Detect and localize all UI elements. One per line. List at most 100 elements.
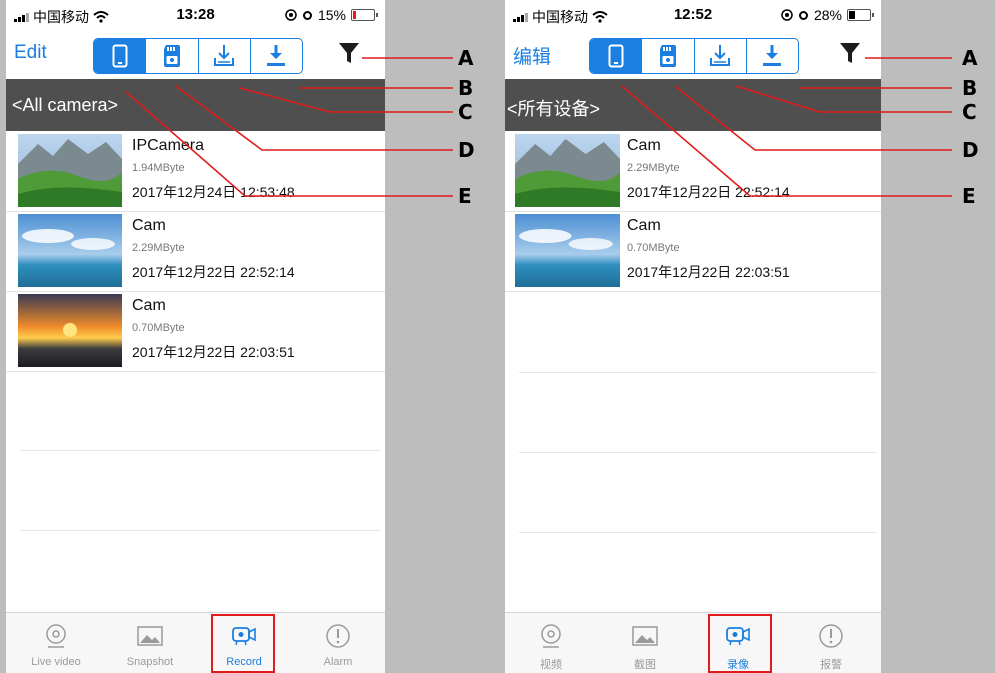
list-item[interactable]: Cam 0.70MByte 2017年12月22日 22:03:51 — [505, 211, 881, 292]
record-tab-highlight — [211, 614, 275, 673]
callout-label: E — [458, 184, 472, 208]
segment-download[interactable] — [251, 39, 302, 73]
tab-label: Alarm — [323, 656, 353, 668]
empty-row-divider — [20, 450, 381, 451]
thumbnail-mountain-meadow — [515, 134, 620, 207]
callout-label: D — [458, 138, 475, 162]
right-phone-screen: 中国移动 12:52 28% 编辑 <所有设备> Cam 2.29MByte 2… — [505, 0, 881, 673]
segment-phone[interactable] — [590, 39, 643, 73]
tab-snapshot[interactable]: 截图 — [605, 613, 685, 673]
record-date: 2017年12月22日 22:52:14 — [627, 184, 790, 200]
lock-rotation-icon — [285, 9, 297, 21]
camera-filter-label: <All camera> — [12, 95, 119, 115]
segment-sd-card[interactable] — [146, 39, 199, 73]
tab-label: Snapshot — [126, 656, 174, 668]
snapshot-icon — [632, 626, 658, 646]
status-bar: 中国移动 13:28 15% — [6, 0, 385, 28]
funnel-icon[interactable] — [838, 41, 862, 65]
callout-label: C — [458, 100, 473, 124]
phone-icon — [608, 44, 624, 68]
download-to-device-icon — [214, 45, 235, 66]
callout-label: A — [962, 46, 978, 70]
segment-phone[interactable] — [94, 39, 147, 73]
tab-alarm[interactable]: 报警 — [791, 613, 871, 673]
tab-label: 截图 — [634, 659, 656, 671]
record-tab-highlight — [708, 614, 772, 673]
record-name: IPCamera — [132, 137, 205, 154]
source-segmented-control — [93, 38, 303, 74]
battery-percent: 15% — [317, 7, 346, 23]
live-video-icon — [541, 624, 561, 648]
record-name: Cam — [627, 217, 661, 234]
status-bar: 中国移动 12:52 28% — [505, 0, 881, 28]
empty-row-divider — [519, 372, 877, 373]
record-date: 2017年12月22日 22:03:51 — [132, 344, 295, 360]
tab-live-video[interactable]: Live video — [16, 613, 96, 673]
alarm-clock-icon — [798, 11, 808, 20]
record-name: Cam — [132, 297, 166, 314]
segment-download[interactable] — [747, 39, 798, 73]
edit-button[interactable]: Edit — [14, 42, 47, 64]
alarm-clock-icon — [302, 11, 312, 20]
record-size: 2.29MByte — [132, 242, 185, 254]
left-phone-screen: 中国移动 13:28 15% Edit <All camera> IPCamer… — [6, 0, 385, 673]
callout-label: E — [962, 184, 976, 208]
snapshot-icon — [137, 626, 163, 646]
record-name: Cam — [627, 137, 661, 154]
callout-label: D — [962, 138, 979, 162]
segment-sd-card[interactable] — [642, 39, 695, 73]
tab-alarm[interactable]: Alarm — [298, 613, 378, 673]
callout-label: B — [962, 76, 978, 100]
funnel-icon[interactable] — [337, 41, 361, 65]
tab-bar: Live video Snapshot Record Alarm — [6, 612, 385, 673]
record-size: 2.29MByte — [627, 162, 680, 174]
empty-row-divider — [519, 452, 877, 453]
camera-filter-header[interactable]: <所有设备> — [505, 79, 881, 131]
segment-download-to-device[interactable] — [199, 39, 251, 73]
list-item[interactable]: Cam 2.29MByte 2017年12月22日 22:52:14 — [6, 211, 385, 292]
record-size: 1.94MByte — [132, 162, 185, 174]
battery-icon — [351, 9, 378, 21]
battery-percent: 28% — [813, 7, 842, 23]
segment-download-to-device[interactable] — [695, 39, 747, 73]
camera-filter-label: <所有设备> — [507, 99, 601, 119]
phone-icon — [112, 44, 128, 68]
download-icon — [763, 45, 782, 66]
callout-label: B — [458, 76, 474, 100]
record-size: 0.70MByte — [132, 322, 185, 334]
tab-bar: 视频 截图 录像 报警 — [505, 612, 881, 673]
toolbar: Edit — [6, 28, 385, 78]
list-item[interactable]: IPCamera 1.94MByte 2017年12月24日 12:53:48 — [6, 131, 385, 212]
toolbar: 编辑 — [505, 28, 881, 78]
download-to-device-icon — [710, 45, 731, 66]
tab-live-video[interactable]: 视频 — [511, 613, 591, 673]
tab-snapshot[interactable]: Snapshot — [110, 613, 190, 673]
record-name: Cam — [132, 217, 166, 234]
record-size: 0.70MByte — [627, 242, 680, 254]
tab-label: 报警 — [820, 659, 842, 671]
empty-row-divider — [519, 532, 877, 533]
download-icon — [267, 45, 286, 66]
camera-filter-header[interactable]: <All camera> — [6, 79, 385, 131]
tab-label: 视频 — [540, 659, 562, 671]
record-date: 2017年12月22日 22:03:51 — [627, 264, 790, 280]
edit-button[interactable]: 编辑 — [513, 42, 551, 69]
thumbnail-mountain-meadow — [18, 134, 122, 207]
alarm-icon — [819, 624, 843, 648]
list-item[interactable]: Cam 0.70MByte 2017年12月22日 22:03:51 — [6, 291, 385, 372]
sd-card-icon — [163, 45, 180, 67]
battery-icon — [847, 9, 874, 21]
sd-card-icon — [659, 45, 676, 67]
live-video-icon — [46, 624, 66, 648]
list-item[interactable]: Cam 2.29MByte 2017年12月22日 22:52:14 — [505, 131, 881, 212]
empty-row-divider — [20, 530, 381, 531]
lock-rotation-icon — [781, 9, 793, 21]
thumbnail-beach-sky — [18, 214, 122, 287]
thumbnail-sunset-sea — [18, 294, 122, 367]
source-segmented-control — [589, 38, 799, 74]
record-date: 2017年12月24日 12:53:48 — [132, 184, 295, 200]
thumbnail-beach-sky — [515, 214, 620, 287]
alarm-icon — [326, 624, 350, 648]
tab-label: Live video — [31, 656, 81, 668]
callout-label: A — [458, 46, 474, 70]
